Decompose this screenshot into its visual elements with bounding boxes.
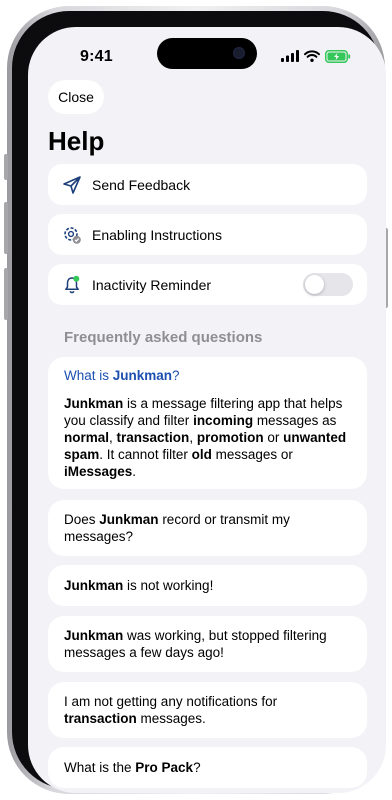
faq-answer: Junkman is a message filtering app that … (64, 395, 347, 479)
faq-item-not-working[interactable]: Junkman is not working! (48, 565, 367, 606)
faq-item-record-transmit[interactable]: Does Junkman record or transmit my messa… (48, 500, 367, 556)
inactivity-reminder-row: Inactivity Reminder (48, 264, 367, 305)
send-feedback-row[interactable]: Send Feedback (48, 164, 367, 205)
screen: 9:41 Close Help Send Feedback Enabling I… (28, 27, 386, 793)
status-icons (281, 49, 351, 63)
phone-frame: 9:41 Close Help Send Feedback Enabling I… (4, 6, 388, 794)
status-time: 9:41 (80, 48, 113, 65)
send-feedback-label: Send Feedback (92, 176, 191, 193)
camera-icon (233, 47, 245, 59)
volume-up-button (4, 202, 8, 254)
faq-item-what-is-junkman[interactable]: What is Junkman? Junkman is a message fi… (48, 357, 367, 489)
faq-question: What is the Pro Pack? (64, 760, 201, 775)
inactivity-reminder-toggle[interactable] (303, 273, 353, 296)
wifi-icon (304, 50, 320, 62)
bezel: 9:41 Close Help Send Feedback Enabling I… (12, 11, 386, 793)
bell-icon (62, 275, 82, 295)
faq-heading: Frequently asked questions (64, 329, 263, 346)
page-title: Help (48, 126, 105, 156)
faq-question: Does Junkman record or transmit my messa… (64, 512, 290, 544)
faq-item-stopped-filtering[interactable]: Junkman was working, but stopped filteri… (48, 616, 367, 672)
faq-item-pro-pack[interactable]: What is the Pro Pack? (48, 747, 367, 788)
battery-icon (325, 49, 351, 63)
gear-check-icon (62, 225, 82, 245)
faq-item-no-notifications[interactable]: I am not getting any notifications for t… (48, 682, 367, 738)
toggle-knob (305, 275, 324, 294)
signal-icon (281, 50, 299, 62)
close-button[interactable]: Close (48, 80, 104, 114)
status-bar: 9:41 (28, 27, 386, 75)
dynamic-island (157, 38, 257, 69)
faq-question: Junkman is not working! (64, 578, 214, 593)
faq-question: Junkman was working, but stopped filteri… (64, 628, 327, 660)
enabling-instructions-label: Enabling Instructions (92, 226, 222, 243)
paper-plane-icon (62, 175, 82, 195)
faq-question: What is Junkman? (64, 367, 180, 383)
action-button (4, 154, 8, 180)
volume-down-button (4, 268, 8, 320)
faq-question: I am not getting any notifications for t… (64, 694, 278, 726)
enabling-instructions-row[interactable]: Enabling Instructions (48, 214, 367, 255)
inactivity-reminder-label: Inactivity Reminder (92, 276, 212, 293)
